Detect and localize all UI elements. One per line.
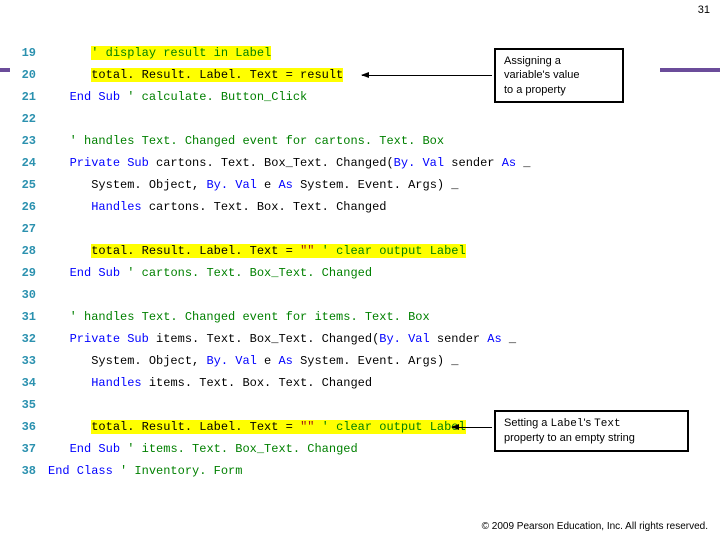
line-number: 24 bbox=[10, 156, 48, 170]
line-number: 34 bbox=[10, 376, 48, 390]
code-line: 32 Private Sub items. Text. Box_Text. Ch… bbox=[10, 328, 660, 350]
line-number: 36 bbox=[10, 420, 48, 434]
code-line: 26 Handles cartons. Text. Box. Text. Cha… bbox=[10, 196, 660, 218]
line-number: 31 bbox=[10, 310, 48, 324]
line-number: 32 bbox=[10, 332, 48, 346]
arrow-icon bbox=[452, 427, 492, 428]
arrow-icon bbox=[362, 75, 492, 76]
copyright-footer: © 2009 Pearson Education, Inc. All right… bbox=[482, 521, 708, 532]
code-line: 31 ' handles Text. Changed event for ite… bbox=[10, 306, 660, 328]
code-line: 38End Class ' Inventory. Form bbox=[10, 460, 660, 482]
line-number: 20 bbox=[10, 68, 48, 82]
code-line: 25 System. Object, By. Val e As System. … bbox=[10, 174, 660, 196]
line-number: 37 bbox=[10, 442, 48, 456]
code-line: 33 System. Object, By. Val e As System. … bbox=[10, 350, 660, 372]
line-number: 30 bbox=[10, 288, 48, 302]
slide-number: 31 bbox=[698, 4, 710, 16]
code-line: 28 total. Result. Label. Text = "" ' cle… bbox=[10, 240, 660, 262]
line-number: 26 bbox=[10, 200, 48, 214]
code-line: 22 bbox=[10, 108, 660, 130]
line-number: 28 bbox=[10, 244, 48, 258]
line-number: 33 bbox=[10, 354, 48, 368]
line-number: 38 bbox=[10, 464, 48, 478]
code-line: 24 Private Sub cartons. Text. Box_Text. … bbox=[10, 152, 660, 174]
line-number: 29 bbox=[10, 266, 48, 280]
code-line: 30 bbox=[10, 284, 660, 306]
line-number: 21 bbox=[10, 90, 48, 104]
callout-setting: Setting a Label's Text property to an em… bbox=[494, 410, 689, 452]
line-number: 25 bbox=[10, 178, 48, 192]
code-line: 29 End Sub ' cartons. Text. Box_Text. Ch… bbox=[10, 262, 660, 284]
line-number: 23 bbox=[10, 134, 48, 148]
code-line: 23 ' handles Text. Changed event for car… bbox=[10, 130, 660, 152]
code-line: 34 Handles items. Text. Box. Text. Chang… bbox=[10, 372, 660, 394]
code-line: 27 bbox=[10, 218, 660, 240]
line-number: 22 bbox=[10, 112, 48, 126]
line-number: 27 bbox=[10, 222, 48, 236]
line-number: 19 bbox=[10, 46, 48, 60]
line-number: 35 bbox=[10, 398, 48, 412]
callout-assign: Assigning a variable's value to a proper… bbox=[494, 48, 624, 103]
